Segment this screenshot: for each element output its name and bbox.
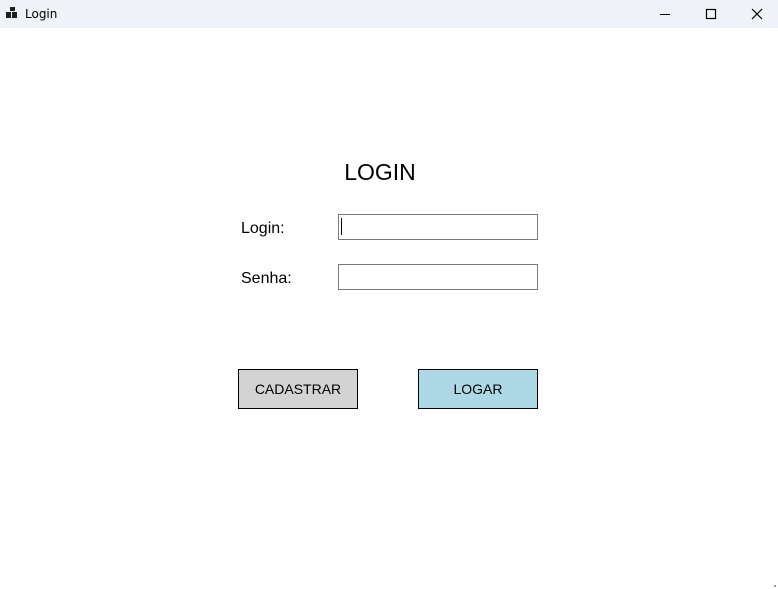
minimize-button[interactable]	[642, 0, 688, 28]
title-bar[interactable]: Login	[0, 0, 778, 28]
login-input[interactable]	[338, 214, 538, 240]
cadastrar-button[interactable]: CADASTRAR	[238, 369, 358, 409]
login-label: Login:	[241, 220, 285, 237]
close-icon	[751, 8, 763, 20]
senha-input[interactable]	[338, 264, 538, 290]
minimize-icon	[660, 14, 670, 15]
logar-button[interactable]: LOGAR	[418, 369, 538, 409]
login-window: Login LOGIN Login: Senha: CADASTRAR LOGA…	[0, 0, 778, 589]
maximize-button[interactable]	[688, 0, 734, 28]
resize-grip-icon[interactable]	[772, 583, 776, 587]
app-windows-icon	[6, 7, 17, 18]
close-button[interactable]	[734, 0, 778, 28]
maximize-icon	[705, 8, 717, 20]
text-caret	[341, 218, 342, 235]
window-title: Login	[25, 7, 58, 21]
form-client-area: LOGIN Login: Senha: CADASTRAR LOGAR	[0, 28, 778, 589]
senha-label: Senha:	[241, 270, 292, 287]
page-title: LOGIN	[344, 159, 416, 185]
